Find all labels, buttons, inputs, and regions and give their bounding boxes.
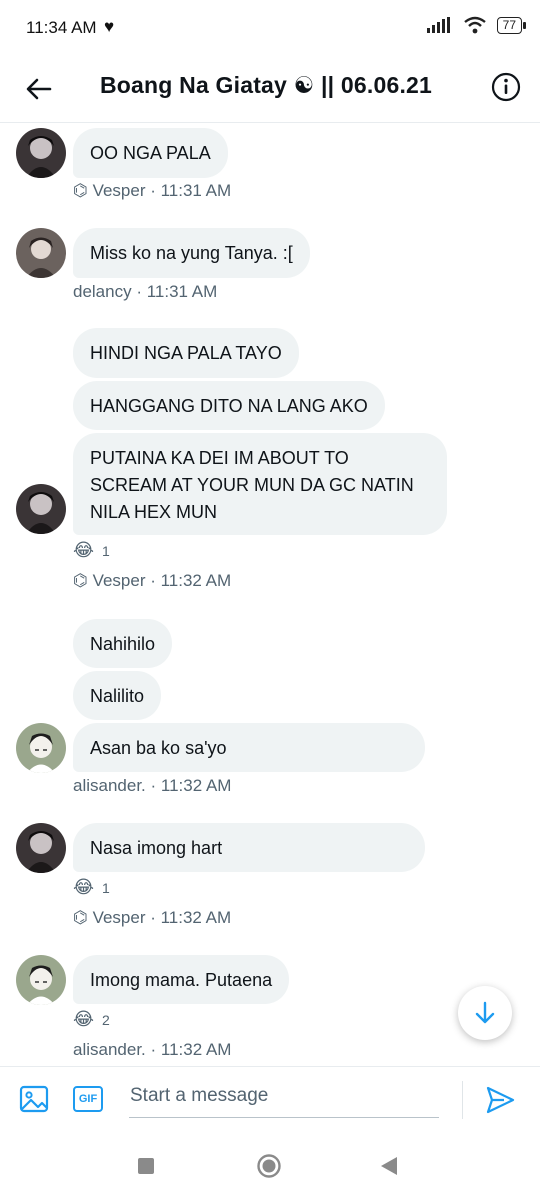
reaction-count: 1 [102,542,110,559]
info-icon[interactable] [490,71,522,103]
message-bubble[interactable]: Asan ba ko sa'yo [73,723,425,772]
message-bubble[interactable]: HANGGANG DITO NA LANG AKO [73,381,385,430]
message-bubble[interactable]: HINDI NGA PALA TAYO [73,328,299,378]
reaction-badge[interactable]: 😂 1 [73,540,110,561]
message-bubble[interactable]: Nahihilo [73,619,173,668]
laughing-emoji-icon: 😂 [73,877,95,897]
message-bubble[interactable]: PUTAINA KA DEI IM ABOUT TO SCREAM AT YOU… [73,433,447,535]
avatar-vesper[interactable] [16,484,66,534]
composer-divider [462,1081,463,1119]
back-nav-icon[interactable] [380,1156,398,1176]
message-list[interactable]: OO NGA PALA ⌬ Vesper · 11:31 AM Miss ko … [0,123,540,1065]
message-input[interactable]: Start a message [129,1081,439,1118]
heart-icon: ♥ [104,17,115,36]
signal-icon [426,17,450,33]
conversation-title: Boang Na Giatay ☯ || 06.06.21 [100,72,433,98]
status-bar: 11:34 AM ♥ 77 [0,0,540,58]
message-bubble[interactable]: Nasa imong hart [73,823,425,872]
reaction-count: 2 [102,1011,110,1028]
conversation-header: Boang Na Giatay ☯ || 06.06.21 [0,58,540,123]
message-text: Asan ba ko sa'yo [90,738,227,758]
recents-icon[interactable] [138,1158,154,1174]
message-meta: alisander. · 11:32 AM [73,776,232,795]
message-text: Nasa imong hart [90,838,223,858]
message-meta: ⌬ Vesper · 11:32 AM [73,571,232,590]
status-time: 11:34 AM [26,18,97,37]
reaction-badge[interactable]: 😂 2 [73,1009,110,1030]
scroll-to-bottom-button[interactable] [458,986,512,1040]
image-icon[interactable] [18,1083,50,1115]
avatar-alisander[interactable] [16,723,66,773]
laughing-emoji-icon: 😂 [73,1009,95,1029]
message-input-placeholder: Start a message [130,1085,269,1106]
message-text: Nalilito [90,686,145,706]
arrow-down-icon [475,1001,495,1024]
message-meta: ⌬ Vesper · 11:32 AM [73,908,232,927]
reaction-badge[interactable]: 😂 1 [73,877,110,898]
status-icons: 77 [426,16,527,34]
message-bubble[interactable]: Imong mama. Putaena [73,955,290,1004]
message-bubble[interactable]: Miss ko na yung Tanya. :[ [73,228,310,278]
message-text: HANGGANG DITO NA LANG AKO [90,396,368,416]
message-meta: ⌬ Vesper · 11:31 AM [73,181,232,200]
message-text: HINDI NGA PALA TAYO [90,343,282,363]
message-bubble[interactable]: OO NGA PALA [73,128,228,178]
message-text: Miss ko na yung Tanya. :[ [90,243,293,263]
wifi-icon [463,16,486,34]
avatar-vesper[interactable] [16,823,66,873]
message-text: Nahihilo [90,634,156,654]
message-bubble[interactable]: Nalilito [73,671,162,720]
back-arrow-icon[interactable] [22,72,56,106]
message-meta: alisander. · 11:32 AM [73,1040,232,1059]
avatar-alisander[interactable] [16,955,66,1005]
battery-indicator: 77 [496,16,527,34]
message-text: OO NGA PALA [90,143,211,163]
gif-button[interactable]: GIF [73,1086,103,1112]
send-icon[interactable] [484,1084,516,1116]
system-nav-bar [0,1132,540,1200]
laughing-emoji-icon: 😂 [73,540,95,560]
avatar-vesper[interactable] [16,128,66,178]
message-text: Imong mama. Putaena [90,970,273,990]
reaction-count: 1 [102,879,110,896]
message-meta: delancy · 11:31 AM [73,282,218,301]
home-icon[interactable] [256,1153,282,1179]
message-text: PUTAINA KA DEI IM ABOUT TO SCREAM AT YOU… [90,448,414,522]
avatar-delancy[interactable] [16,228,66,278]
message-composer: GIF Start a message [0,1066,540,1133]
